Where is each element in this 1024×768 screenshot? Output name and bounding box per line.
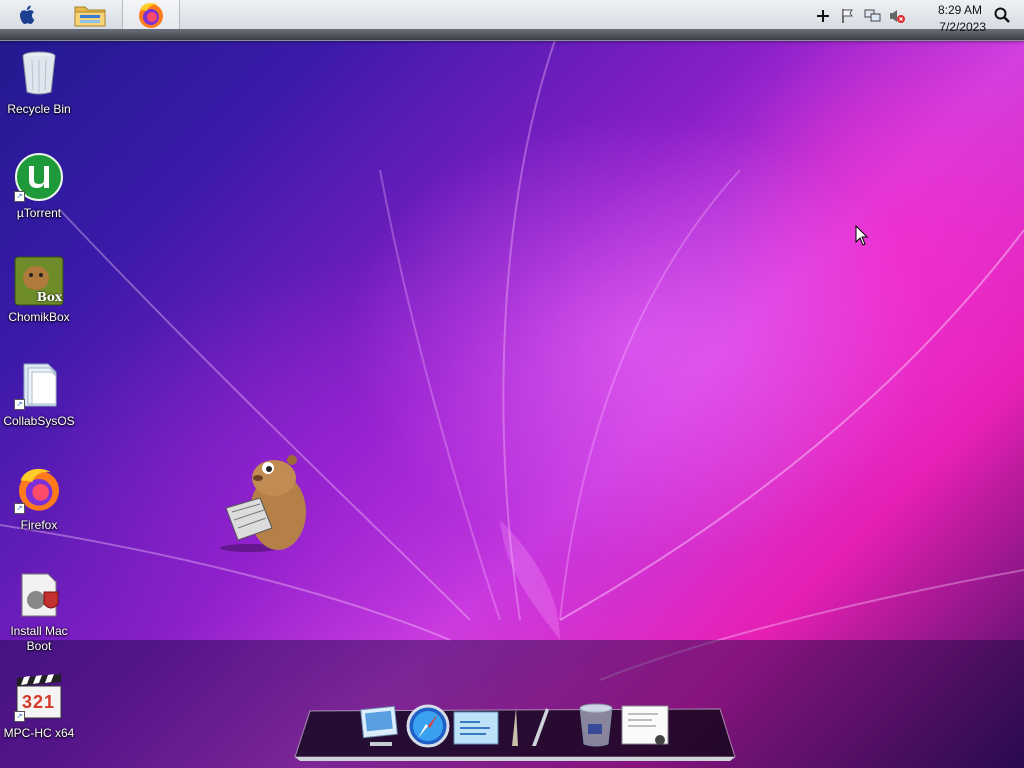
desktop-icon-label: µTorrent: [16, 206, 62, 220]
chomikbox-badge: Box: [36, 290, 62, 304]
search-icon: [994, 7, 1010, 23]
dock: [290, 695, 740, 765]
launchpad-icon: [512, 708, 549, 746]
desktop-icon-utorrent[interactable]: ↗ µTorrent: [0, 152, 78, 221]
mpc-hc-badge: 321: [22, 692, 56, 712]
top-menu-bar: 8:29 AM 7/2/2023: [0, 0, 1024, 41]
installer-icon: [21, 573, 59, 617]
trash-icon: [579, 703, 613, 747]
desktop-icon-label: Recycle Bin: [7, 102, 71, 116]
apple-menu-button[interactable]: [12, 0, 44, 29]
desktop-icon-firefox[interactable]: ↗ Firefox: [0, 464, 78, 533]
add-widget-button[interactable]: [816, 6, 830, 26]
file-explorer-taskbar-button[interactable]: [68, 0, 112, 29]
menu-bar-strip: [0, 29, 1024, 40]
desktop-icon-collabsysos[interactable]: ↗ CollabSysOS: [0, 360, 78, 429]
desktop-wallpaper: [0, 0, 1024, 768]
add-icon: [817, 10, 829, 22]
desktop-icon-chomikbox[interactable]: Box ChomikBox: [0, 256, 78, 325]
dock-item-trash[interactable]: [576, 702, 616, 753]
preview-icon: [621, 705, 669, 745]
cursor-icon: [855, 224, 869, 246]
dock-item-mail[interactable]: [452, 708, 500, 753]
dock-item-preview[interactable]: [620, 704, 670, 753]
dock-item-launchpad[interactable]: [502, 704, 554, 753]
mail-icon: [453, 711, 499, 745]
mouse-cursor: [855, 224, 869, 252]
folder-icon: [74, 6, 106, 26]
desktop-icon-mpc-hc[interactable]: 321 ↗ MPC-HC x64: [0, 672, 78, 741]
action-center-button[interactable]: [840, 6, 856, 26]
network-button[interactable]: [864, 6, 881, 26]
dock-item-safari[interactable]: [406, 704, 450, 753]
firefox-icon: [139, 2, 163, 28]
network-icon: [864, 9, 881, 22]
desktop-icon-recycle-bin[interactable]: Recycle Bin: [0, 48, 78, 117]
safari-icon: [406, 704, 450, 748]
shortcut-arrow-icon: ↗: [14, 399, 25, 410]
volume-muted-icon: [890, 10, 905, 23]
desktop-icon-label: MPC-HC x64: [3, 726, 75, 740]
recycle-bin-icon: [22, 51, 56, 95]
desktop-icon-label: Firefox: [20, 518, 58, 532]
desktop-icon-label: CollabSysOS: [3, 414, 75, 428]
clock-date[interactable]: 7/2/2023: [916, 20, 986, 34]
shortcut-arrow-icon: ↗: [14, 711, 25, 722]
apple-icon: [20, 5, 35, 24]
finder-icon: [360, 705, 398, 746]
shortcut-arrow-icon: ↗: [14, 191, 25, 202]
shortcut-arrow-icon: ↗: [14, 503, 25, 514]
flag-icon: [842, 9, 853, 23]
clock-time[interactable]: 8:29 AM: [912, 3, 982, 17]
desktop-icon-install-mac-boot[interactable]: Install Mac Boot: [0, 570, 78, 654]
desktop-icon-label: ChomikBox: [8, 310, 70, 324]
spotlight-search-button[interactable]: [994, 5, 1010, 25]
volume-button[interactable]: [888, 6, 906, 26]
firefox-taskbar-button[interactable]: [122, 0, 180, 29]
dock-item-finder[interactable]: [358, 704, 402, 753]
desktop-icon-label: Install Mac Boot: [10, 624, 68, 653]
hamster-mascot: [212, 448, 312, 554]
